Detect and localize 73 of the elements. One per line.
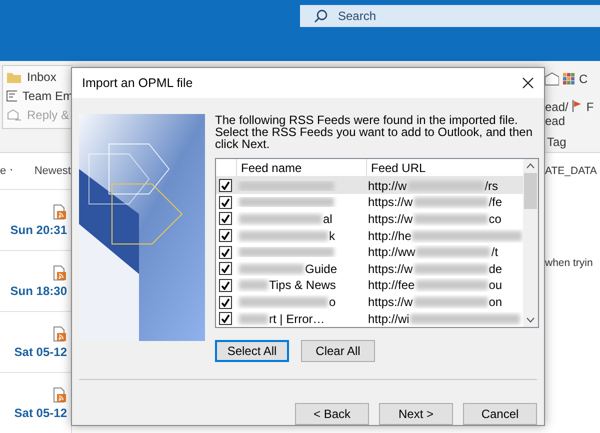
- reading-pane-text: when tryin: [545, 257, 594, 269]
- flag-label[interactable]: F: [586, 100, 594, 132]
- list-button[interactable]: Clear All: [301, 340, 375, 362]
- list-button[interactable]: Select All: [215, 340, 289, 362]
- blurred-text: [239, 280, 268, 290]
- feed-name: k: [329, 228, 335, 243]
- message-time: Sun 20:31: [10, 222, 67, 236]
- feed-url: http://ww: [368, 245, 416, 260]
- rss-feed-icon: [53, 386, 67, 402]
- feed-name: Guide: [305, 262, 338, 276]
- reading-pane-text: ATE_DATA: [545, 165, 598, 177]
- feed-url: http://wi: [368, 312, 410, 326]
- search-icon: [314, 9, 328, 23]
- feed-url: /rs: [484, 178, 498, 193]
- flag-icon: [572, 100, 582, 112]
- checkbox[interactable]: [219, 262, 232, 276]
- message-time: Sun 18:30: [10, 284, 67, 298]
- blurred-text: [239, 314, 268, 324]
- read-unread-label[interactable]: ead: [545, 114, 568, 128]
- feed-url: ou: [488, 278, 502, 292]
- checkbox[interactable]: [219, 278, 232, 292]
- feed-name: o: [329, 295, 336, 310]
- feed-url: /fe: [488, 195, 502, 210]
- feed-row[interactable]: http://w /rs: [216, 177, 523, 194]
- feed-name: Tips & News: [269, 278, 336, 292]
- message-time: Sat 05-12: [14, 344, 67, 358]
- wizard-button[interactable]: < Back: [295, 403, 369, 425]
- rss-feed-icon: [53, 326, 67, 342]
- feed-row[interactable]: rt | Error… http://wi: [216, 310, 523, 327]
- checkbox[interactable]: [219, 179, 232, 192]
- feed-url: http://he: [368, 228, 412, 243]
- categorize-label[interactable]: C: [579, 72, 588, 86]
- wizard-button[interactable]: Cancel: [463, 403, 537, 425]
- checkbox[interactable]: [219, 296, 232, 309]
- scrollbar[interactable]: [523, 159, 538, 327]
- feed-url: de: [488, 262, 502, 276]
- scrollbar-thumb[interactable]: [524, 173, 537, 209]
- search-placeholder: Search: [338, 9, 376, 23]
- dialog-title: Import an OPML file: [82, 76, 193, 90]
- close-icon[interactable]: [522, 77, 534, 89]
- feed-url: on: [488, 295, 502, 310]
- group-label: Tag: [546, 135, 568, 152]
- sort-order-label[interactable]: Newest: [34, 165, 71, 177]
- feed-url: https://w: [368, 262, 413, 276]
- read-unread-label[interactable]: ead/: [545, 100, 568, 114]
- rss-feed-icon: [53, 264, 67, 280]
- feed-url: http://w: [368, 178, 407, 193]
- rss-feed-icon: [53, 204, 67, 220]
- feed-url: /t: [491, 245, 498, 260]
- message-time: Sat 05-12: [14, 406, 67, 420]
- column-header[interactable]: Feed name: [236, 159, 366, 176]
- folder-icon: [6, 70, 22, 84]
- feed-url: https://w: [368, 195, 413, 210]
- filter-dropdown[interactable]: e: [0, 165, 6, 177]
- quick-step-item[interactable]: Inbox: [3, 68, 73, 86]
- checkbox[interactable]: [219, 229, 232, 242]
- reply-icon: [6, 108, 22, 122]
- checkbox[interactable]: [219, 196, 232, 209]
- search-field[interactable]: Search: [300, 5, 600, 27]
- feed-url: https://w: [368, 295, 413, 310]
- checkbox[interactable]: [219, 212, 232, 226]
- feed-name: rt | Error…: [269, 312, 325, 326]
- feed-url: https://w: [368, 212, 413, 226]
- feed-url: co: [488, 212, 502, 226]
- blurred-text: [239, 264, 304, 274]
- wizard-button[interactable]: Next >: [379, 403, 453, 425]
- feed-url: http://fee: [368, 278, 415, 292]
- category-grid-icon: [563, 73, 575, 86]
- checkbox[interactable]: [219, 312, 232, 326]
- feed-row[interactable]: k http://he: [216, 227, 523, 244]
- checkbox[interactable]: [219, 246, 232, 259]
- feed-name: al: [323, 212, 332, 226]
- instructions-text: The following RSS Feeds were found in the imported file. Select the RSS Feeds you want to add to Outlook, and then click Next.: [215, 114, 533, 150]
